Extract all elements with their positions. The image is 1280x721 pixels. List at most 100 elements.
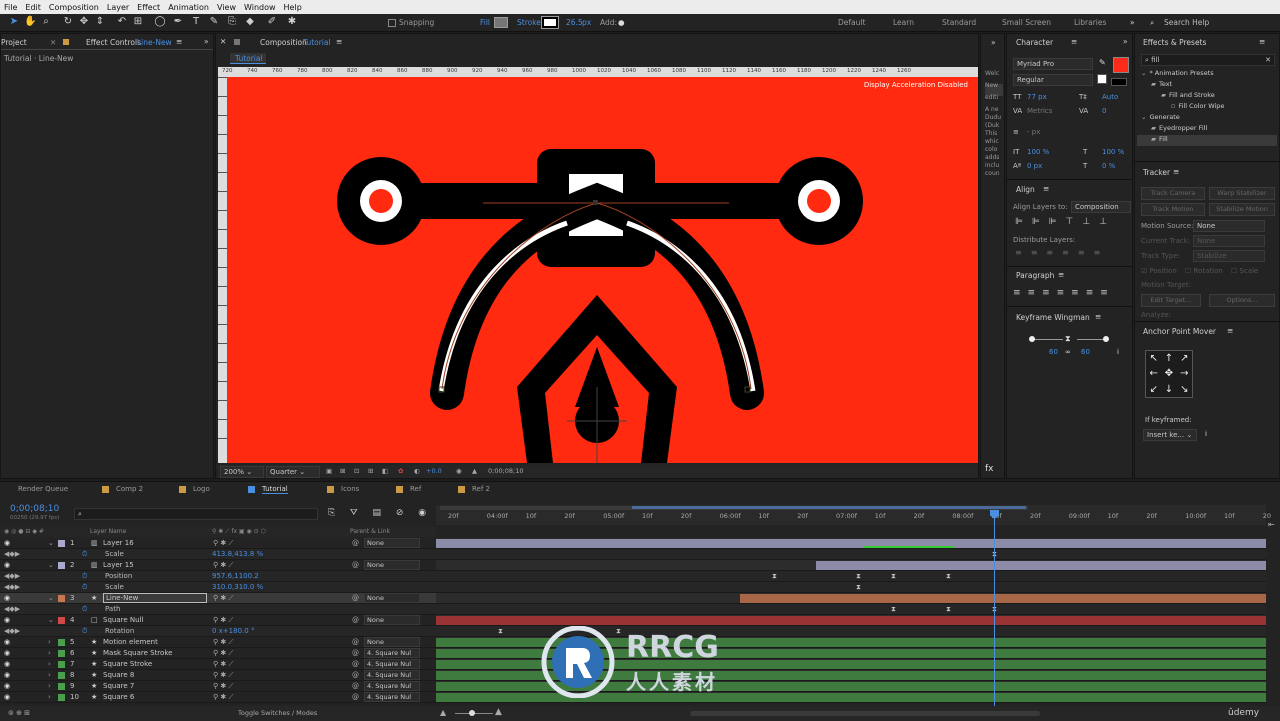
layer-name[interactable]: Square Stroke	[103, 660, 152, 668]
motion-source-select[interactable]: None	[1193, 220, 1265, 232]
layer-track[interactable]	[436, 593, 1266, 604]
label-color-swatch[interactable]	[58, 595, 65, 602]
layer-row[interactable]: ◉ › 5 ★ Motion element ⚲ ✱ ⟋ @ None	[0, 637, 436, 648]
label-color-swatch[interactable]	[58, 694, 65, 701]
puppet-tool-icon[interactable]: ✱	[286, 16, 298, 28]
pan-tool-icon[interactable]: ⇕	[94, 16, 106, 28]
property-value[interactable]: 957.6,1100.2	[212, 572, 259, 580]
exposure-icon[interactable]: ◐	[414, 467, 420, 475]
white-swatch[interactable]	[1097, 74, 1107, 84]
effects-tree-item[interactable]: ▰ Fill and Stroke	[1137, 91, 1277, 102]
selection-tool-icon[interactable]: ➤	[8, 16, 20, 28]
layer-name-header[interactable]: Layer Name	[90, 528, 126, 535]
layer-switch-icons[interactable]: ⚲ ✱ ⟋	[213, 693, 233, 702]
font-style-select[interactable]: Regular	[1013, 74, 1093, 86]
stroke-swatch-small[interactable]	[1111, 78, 1127, 86]
tracking-value[interactable]: 0	[1102, 107, 1106, 115]
toggle-switches-modes[interactable]: Toggle Switches / Modes	[238, 709, 317, 717]
distribute-buttons[interactable]: ≡≡≡≡≡≡	[1015, 248, 1131, 258]
layer-duration-bar[interactable]	[816, 561, 1266, 570]
parent-link-header[interactable]: Parent & Link	[350, 528, 390, 535]
paragraph-menu-icon[interactable]: ≡	[1058, 270, 1064, 279]
anchor-top-right-icon[interactable]: ↗	[1177, 351, 1192, 366]
layer-row[interactable]: ◉ ⌄ 1 ▥ Layer 16 ⚲ ✱ ⟋ @ None	[0, 538, 436, 549]
pickwhip-icon[interactable]: @	[352, 539, 359, 547]
expand-layer-icon[interactable]: ›	[48, 693, 51, 701]
baseline-value[interactable]: 0 px	[1027, 162, 1042, 170]
effects-tree-item[interactable]: ▫ Fill Color Wipe	[1137, 102, 1277, 113]
region-of-interest-icon[interactable]: ▣	[326, 467, 332, 475]
layer-switch-icons[interactable]: ⚲ ✱ ⟋	[213, 660, 233, 669]
footer-toggle-icons[interactable]: ⊚ ⊕ ⊞	[8, 709, 30, 717]
layer-row[interactable]: ◉ › 7 ★ Square Stroke ⚲ ✱ ⟋ @4. Square Nul	[0, 659, 436, 670]
tracker-menu-icon[interactable]: ≡	[1173, 167, 1179, 176]
anchor-top-icon[interactable]: ↑	[1161, 351, 1176, 366]
keyframe-icon[interactable]: ⧗	[856, 583, 861, 592]
layer-track[interactable]	[436, 560, 1266, 571]
layer-name[interactable]: Square 8	[103, 671, 134, 679]
parent-select[interactable]: 4. Square Nul	[364, 670, 420, 680]
layer-name[interactable]: Layer 15	[103, 561, 134, 569]
parent-select[interactable]: 4. Square Nul	[364, 659, 420, 669]
keyframe-nav-icon[interactable]: ◀◆▶	[4, 605, 20, 613]
layer-switch-icons[interactable]: ⚲ ✱ ⟋	[213, 539, 233, 548]
label-color-swatch[interactable]	[58, 661, 65, 668]
menu-animation[interactable]: Animation	[164, 3, 213, 12]
show-snapshot-icon[interactable]: ▲	[472, 467, 477, 475]
color-channel-icon[interactable]: ✿	[398, 467, 403, 475]
keyframe-icon[interactable]: ⧗	[891, 605, 896, 614]
keyframe-nav-icon[interactable]: ◀◆▶	[4, 583, 20, 591]
anchor-bottom-icon[interactable]: ↓	[1161, 382, 1176, 397]
fx-console-icon[interactable]: fx	[985, 464, 994, 474]
snapping-checkbox[interactable]	[388, 19, 396, 27]
expand-layer-icon[interactable]: ⌄	[48, 561, 54, 569]
brush-tool-icon[interactable]: ✎	[208, 16, 220, 28]
layer-track[interactable]	[436, 538, 1266, 549]
time-ruler[interactable]: 20f 04:00f 10f 20f 05:00f 10f 20f 06:00f 10f 20f 0…	[436, 505, 1271, 525]
wingman-ease-icon[interactable]: ⧗	[1065, 334, 1071, 344]
close-comp-icon[interactable]: ✕	[220, 37, 226, 46]
property-row[interactable]: ◀◆▶ ⏱ Scale 413.8,413.8 %	[0, 549, 436, 560]
menu-file[interactable]: File	[0, 3, 21, 12]
layer-duration-bar[interactable]	[436, 539, 1266, 548]
orbit-tool-icon[interactable]: ✥	[78, 16, 90, 28]
workspace-default[interactable]: Default	[838, 18, 865, 27]
layer-duration-bar[interactable]	[436, 616, 1266, 625]
eye-icon[interactable]: ◉	[4, 660, 10, 668]
pickwhip-icon[interactable]: @	[352, 671, 359, 679]
timeline-tab[interactable]: Logo	[193, 485, 210, 493]
effects-tree-item[interactable]: ⌄ Generate	[1137, 113, 1277, 124]
layer-name[interactable]: Line-New	[103, 593, 207, 603]
stroke-swatch[interactable]	[541, 16, 559, 29]
timeline-tab[interactable]: Ref 2	[472, 485, 490, 493]
workspace-libraries[interactable]: Libraries	[1074, 18, 1106, 27]
keyframe-nav-icon[interactable]: ◀◆▶	[4, 550, 20, 558]
character-menu-icon[interactable]: ≡	[1071, 37, 1077, 46]
pan-behind-tool-icon[interactable]: ⊞	[132, 16, 144, 28]
label-color-swatch[interactable]	[58, 562, 65, 569]
mask-visibility-icon[interactable]: ⊡	[354, 467, 359, 475]
parent-select[interactable]: None	[364, 538, 420, 548]
expand-layer-icon[interactable]: ›	[48, 638, 51, 646]
parent-select[interactable]: None	[364, 560, 420, 570]
eye-icon[interactable]: ◉	[4, 561, 10, 569]
menu-view[interactable]: View	[213, 3, 240, 12]
pen-tool-icon[interactable]: ✒	[172, 16, 184, 28]
font-family-select[interactable]: Myriad Pro	[1013, 58, 1093, 70]
pickwhip-icon[interactable]: @	[352, 649, 359, 657]
layer-row[interactable]: ◉ › 9 ★ Square 7 ⚲ ✱ ⟋ @4. Square Nul	[0, 681, 436, 692]
tab-project[interactable]: Project	[1, 38, 27, 47]
character-expand-icon[interactable]: »	[1123, 37, 1128, 46]
panel-menu-icon[interactable]: ≡	[176, 37, 182, 46]
expand-panel-icon[interactable]: »	[204, 37, 209, 46]
anchor-point-grid[interactable]: ↖ ↑ ↗ ← ✥ → ↙ ↓ ↘	[1145, 350, 1193, 398]
exposure-value[interactable]: +0.0	[426, 467, 442, 475]
rotation-tool-icon[interactable]: ↶	[116, 16, 128, 28]
eyedropper-icon[interactable]: ✎	[1099, 58, 1106, 67]
stroke-width-value[interactable]: 26.5	[566, 18, 583, 27]
keyframe-nav-icon[interactable]: ◀◆▶	[4, 627, 20, 635]
parent-select[interactable]: 4. Square Nul	[364, 681, 420, 691]
wingman-link-icon[interactable]: ∞	[1065, 348, 1071, 356]
label-color-swatch[interactable]	[58, 639, 65, 646]
keyframe-icon[interactable]: ⧗	[946, 605, 951, 614]
